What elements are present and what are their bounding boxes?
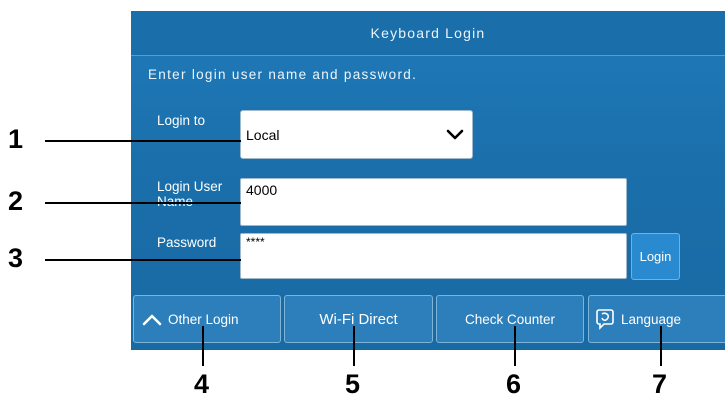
other-login-label: Other Login xyxy=(168,311,239,327)
other-login-button[interactable]: Other Login xyxy=(133,295,281,343)
login-to-value: Local xyxy=(246,126,280,143)
callout-line-4 xyxy=(202,326,204,366)
title-divider xyxy=(131,55,725,56)
callout-number-1: 1 xyxy=(8,124,24,154)
callout-number-5: 5 xyxy=(345,369,361,399)
chevron-down-icon xyxy=(446,129,464,140)
callout-number-2: 2 xyxy=(8,186,24,216)
language-label: Language xyxy=(621,311,682,327)
callout-line-1 xyxy=(45,140,241,142)
instruction-text: Enter login user name and password. xyxy=(148,67,418,82)
login-to-select[interactable]: Local xyxy=(240,110,473,159)
language-icon xyxy=(596,309,614,330)
title-bar: Keyboard Login xyxy=(131,11,725,55)
wifi-direct-button[interactable]: Wi-Fi Direct xyxy=(284,295,433,343)
chevron-up-icon xyxy=(142,314,162,326)
language-button[interactable]: Language xyxy=(588,295,725,343)
callout-number-7: 7 xyxy=(652,369,668,399)
login-user-name-field[interactable]: 4000 xyxy=(240,178,627,226)
password-field[interactable]: **** xyxy=(240,233,627,279)
check-counter-button[interactable]: Check Counter xyxy=(436,295,584,343)
bottom-toolbar: Other Login Wi-Fi Direct Check Counter L… xyxy=(131,295,725,343)
callout-line-3 xyxy=(45,259,241,261)
callout-line-7 xyxy=(660,326,662,366)
login-button[interactable]: Login xyxy=(631,233,680,280)
password-label: Password xyxy=(157,235,217,250)
keyboard-login-panel: Keyboard Login Enter login user name and… xyxy=(131,11,725,350)
page-title: Keyboard Login xyxy=(370,25,486,41)
callout-number-3: 3 xyxy=(8,243,24,273)
wifi-direct-label: Wi-Fi Direct xyxy=(319,310,398,328)
callout-line-5 xyxy=(353,326,355,366)
callout-number-6: 6 xyxy=(506,369,522,399)
callout-number-4: 4 xyxy=(194,369,210,399)
login-to-label: Login to xyxy=(157,113,206,128)
check-counter-label: Check Counter xyxy=(464,311,556,327)
callout-line-2 xyxy=(45,202,241,204)
callout-line-6 xyxy=(514,326,516,366)
